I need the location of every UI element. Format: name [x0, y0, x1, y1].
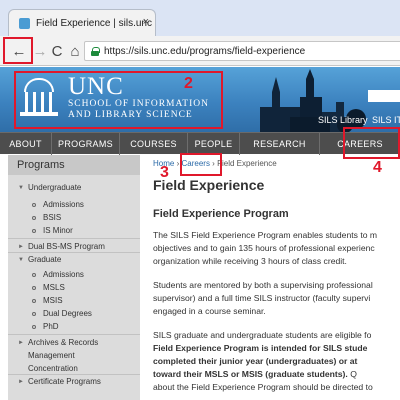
paragraph-bold-line: Field Experience Program is intended for…	[153, 343, 368, 353]
sidebar-item-msis[interactable]: MSIS	[43, 296, 63, 306]
bullet-circle-icon	[32, 203, 36, 207]
paragraph-line: about the Field Experience Program shoul…	[153, 382, 373, 392]
sidebar-item-bsis[interactable]: BSIS	[43, 213, 61, 223]
page-title: Field Experience	[153, 177, 265, 193]
lock-icon	[91, 46, 100, 56]
site-search-input[interactable]	[368, 90, 400, 102]
sidebar-item-certificate-programs[interactable]: Certificate Programs	[28, 377, 101, 387]
browser-toolbar: ← → C ⌂ https://sils.unc.edu/programs/fi…	[0, 36, 400, 66]
sidebar-item-is-minor[interactable]: IS Minor	[43, 226, 73, 236]
annotation-number-4: 4	[373, 159, 382, 176]
sidebar-item-management[interactable]: Management	[28, 351, 75, 361]
sils-library-link[interactable]: SILS Library	[318, 115, 368, 125]
sidebar-item-dual-bs-ms[interactable]: Dual BS-MS Program	[28, 242, 105, 252]
bullet-circle-icon	[32, 273, 36, 277]
bullet-circle-icon	[32, 299, 36, 303]
sidebar-item-admissions[interactable]: Admissions	[43, 200, 84, 210]
paragraph-tail-text: Q	[347, 369, 357, 379]
nav-item-courses[interactable]: COURSES	[120, 133, 188, 155]
sidebar-item-graduate[interactable]: Graduate	[28, 255, 61, 265]
sidebar-item-archives-records[interactable]: Archives & Records	[28, 338, 98, 348]
annotation-number-2: 2	[184, 75, 193, 92]
nav-item-programs[interactable]: PROGRAMS	[52, 133, 120, 155]
main-navigation: ABOUT PROGRAMS COURSES PEOPLE RESEARCH C…	[0, 132, 400, 155]
paragraph-line: SILS graduate and undergraduate students…	[153, 330, 372, 340]
nav-item-people[interactable]: PEOPLE	[188, 133, 240, 155]
tab-close-icon[interactable]: ×	[143, 16, 149, 28]
bullet-circle-icon	[32, 286, 36, 290]
paragraph-bold-text: toward their MSLS or MSIS (graduate stud…	[153, 369, 348, 379]
paragraph-line: supervisor) and a full time SILS instruc…	[153, 293, 371, 303]
bullet-circle-icon	[32, 216, 36, 220]
sidebar-item-phd[interactable]: PhD	[43, 322, 59, 332]
collapsed-triangle-icon[interactable]: ►	[18, 379, 24, 385]
collapsed-triangle-icon[interactable]: ►	[18, 340, 24, 346]
paragraph-line: Students are mentored by both a supervis…	[153, 280, 373, 290]
breadcrumb-current: Field Experience	[217, 159, 277, 168]
paragraph-line: organization while receiving 3 hours of …	[153, 256, 347, 266]
bullet-circle-icon	[32, 312, 36, 316]
address-bar[interactable]: https://sils.unc.edu/programs/field-expe…	[84, 41, 400, 61]
nav-item-research[interactable]: RESEARCH	[240, 133, 320, 155]
bullet-circle-icon	[32, 229, 36, 233]
bullet-circle-icon	[32, 325, 36, 329]
expand-triangle-icon[interactable]: ▼	[18, 257, 24, 263]
tab-title: Field Experience | sils.unc	[36, 17, 152, 29]
paragraph-line: objectives and to gain 135 hours of prof…	[153, 243, 375, 253]
annotation-box-careers	[343, 127, 400, 159]
browser-tab[interactable]: Field Experience | sils.unc ×	[8, 9, 156, 36]
annotation-box-back	[3, 37, 33, 64]
sidebar-item-dual-degrees[interactable]: Dual Degrees	[43, 309, 92, 319]
paragraph-line: The SILS Field Experience Program enable…	[153, 230, 378, 240]
home-button[interactable]: ⌂	[64, 40, 86, 62]
sidebar-item-msls[interactable]: MSLS	[43, 283, 65, 293]
section-heading: Field Experience Program	[153, 208, 289, 220]
expand-triangle-icon[interactable]: ▼	[18, 185, 24, 191]
home-icon: ⌂	[70, 42, 80, 60]
sidebar-title: Programs	[8, 155, 140, 175]
reload-icon: C	[51, 42, 63, 60]
sidebar-item-admissions-grad[interactable]: Admissions	[43, 270, 84, 280]
nav-item-about[interactable]: ABOUT	[0, 133, 52, 155]
screenshot-viewport: Field Experience | sils.unc × ← → C ⌂ ht…	[0, 0, 400, 400]
site-favicon-icon	[19, 17, 30, 29]
collapsed-triangle-icon[interactable]: ►	[18, 244, 24, 250]
browser-tab-strip: Field Experience | sils.unc ×	[0, 0, 400, 36]
breadcrumb-separator: ›	[176, 159, 180, 168]
programs-sidebar: Programs ▼ Undergraduate Admissions BSIS…	[8, 155, 140, 400]
address-url: https://sils.unc.edu/programs/field-expe…	[104, 45, 306, 57]
paragraph-line: toward their MSLS or MSIS (graduate stud…	[153, 369, 357, 379]
paragraph-line: engaged in a course seminar.	[153, 306, 266, 316]
sidebar-item-undergraduate[interactable]: Undergraduate	[28, 183, 81, 193]
annotation-number-3: 3	[160, 164, 169, 181]
paragraph-bold-line: completed their junior year (undergradua…	[153, 356, 358, 366]
annotation-box-breadcrumb	[180, 153, 222, 176]
sils-it-link[interactable]: SILS IT	[372, 115, 400, 125]
sidebar-item-concentration[interactable]: Concentration	[28, 364, 78, 374]
